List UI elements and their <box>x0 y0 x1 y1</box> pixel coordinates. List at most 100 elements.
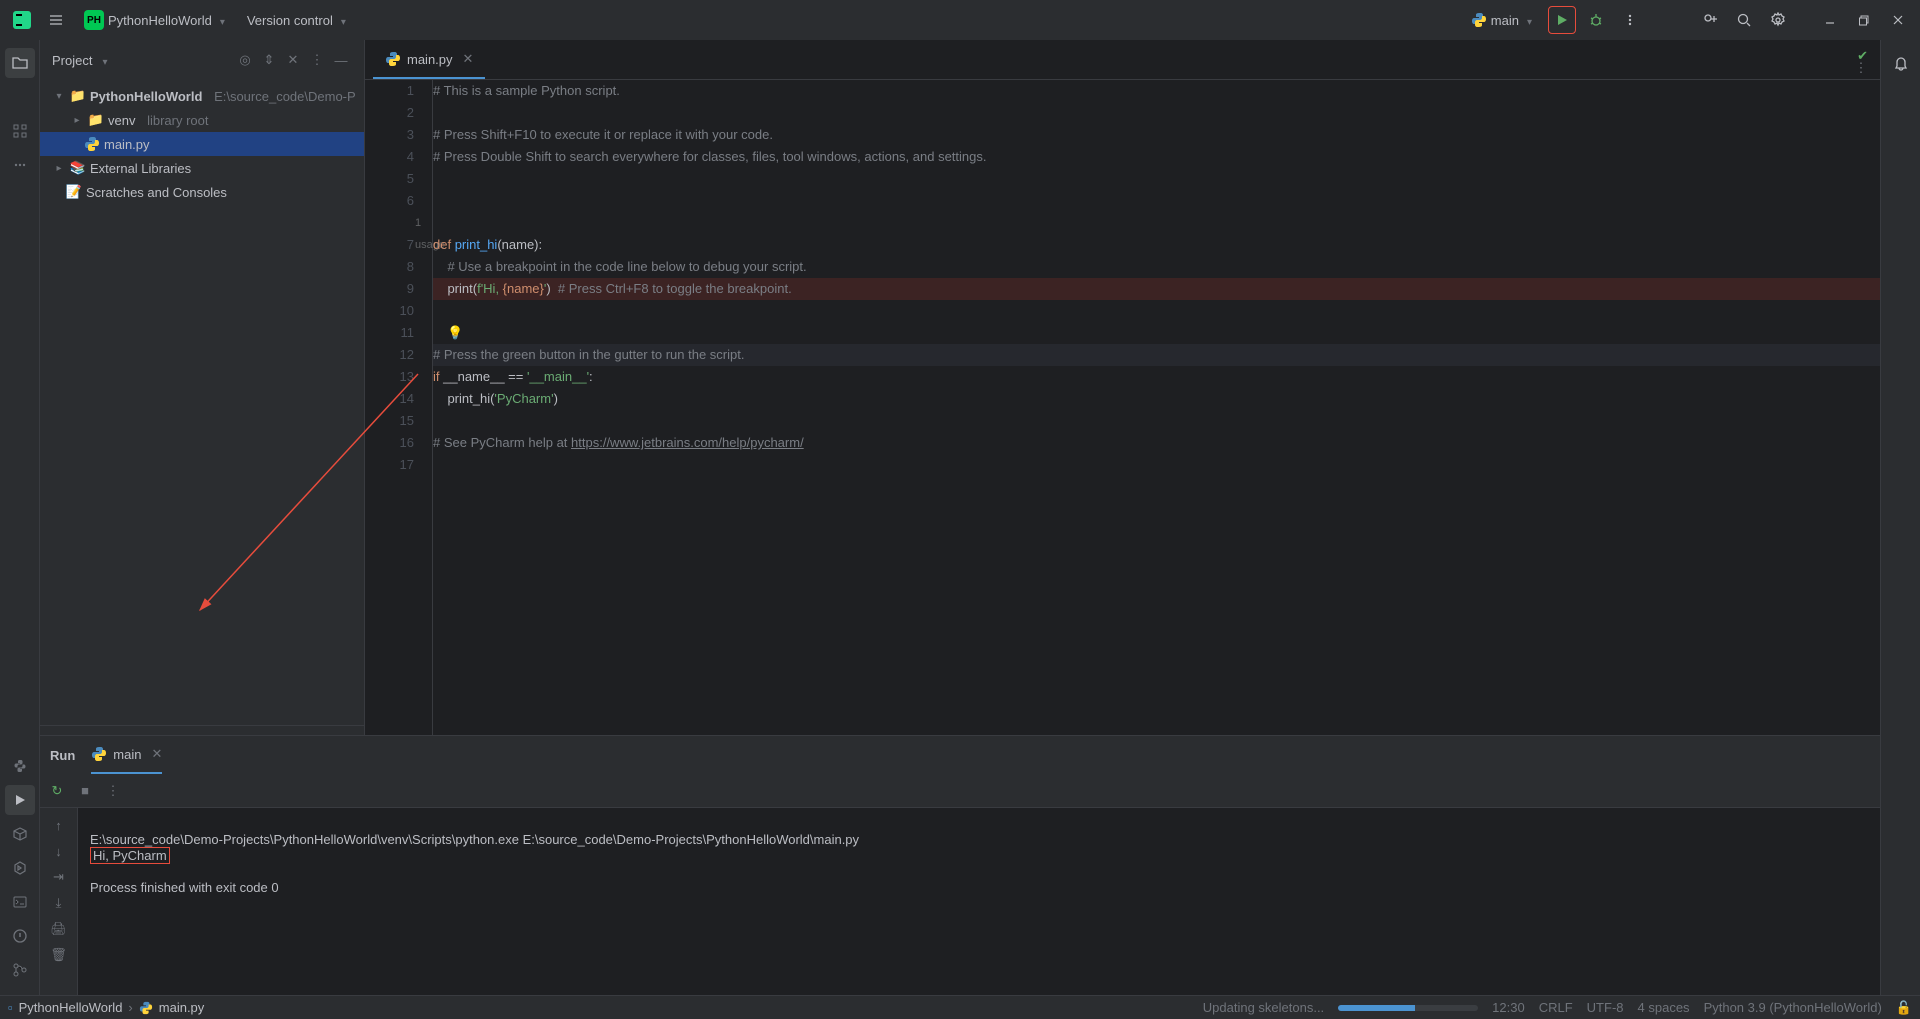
window-close-icon[interactable] <box>1884 6 1912 34</box>
run-output[interactable]: E:\source_code\Demo-Projects\PythonHello… <box>78 808 1880 995</box>
editor-gutter[interactable]: 123456 1 usage 78 9 101112 13 14151617 <box>365 80 433 735</box>
clear-icon[interactable]: 🗑 <box>48 944 70 966</box>
select-opened-icon[interactable]: ◎ <box>234 49 256 71</box>
git-tool-icon[interactable] <box>5 955 35 985</box>
library-icon: 📚 <box>70 160 86 176</box>
run-tool-window: Run main ✕ ↻ ■ ⋮ ↑ <box>40 736 1880 995</box>
problems-tool-icon[interactable] <box>5 921 35 951</box>
intention-bulb-icon[interactable]: 💡 <box>447 325 463 340</box>
debug-button[interactable] <box>1582 6 1610 34</box>
tree-scratches-label: Scratches and Consoles <box>86 185 227 200</box>
tree-main-file[interactable]: main.py <box>40 132 364 156</box>
collapse-panel-icon[interactable]: — <box>330 49 352 71</box>
tree-root[interactable]: ▾ 📁 PythonHelloWorld E:\source_code\Demo… <box>40 84 364 108</box>
tree-root-path: E:\source_code\Demo-P <box>214 89 356 104</box>
settings-icon[interactable] <box>1764 6 1792 34</box>
packages-tool-icon[interactable] <box>5 819 35 849</box>
tree-scratches[interactable]: 📝 Scratches and Consoles <box>40 180 364 204</box>
search-icon[interactable] <box>1730 6 1758 34</box>
project-selector[interactable]: PH PythonHelloWorld <box>76 6 233 34</box>
indent-setting[interactable]: 4 spaces <box>1638 1000 1690 1015</box>
notifications-icon[interactable] <box>1886 48 1916 78</box>
chevron-down-icon <box>1523 13 1532 28</box>
tree-ext-libs[interactable]: ▸ 📚 External Libraries <box>40 156 364 180</box>
run-title: Run <box>50 736 75 774</box>
editor: main.py ✕ ⋮ ✔ 123456 1 usage 78 <box>365 40 1880 735</box>
expand-all-icon[interactable]: ⇕ <box>258 49 280 71</box>
inspection-ok-icon[interactable]: ✔ <box>1857 48 1868 64</box>
editor-tab-main[interactable]: main.py ✕ <box>373 41 485 79</box>
status-bar: ▫ PythonHelloWorld › main.py Updating sk… <box>0 995 1920 1019</box>
window-restore-icon[interactable] <box>1850 6 1878 34</box>
window-minimize-icon[interactable] <box>1816 6 1844 34</box>
services-tool-icon[interactable] <box>5 853 35 883</box>
editor-tab-label: main.py <box>407 52 453 67</box>
tree-root-label: PythonHelloWorld <box>90 89 202 104</box>
nav-breadcrumbs[interactable]: ▫ PythonHelloWorld › main.py <box>8 1000 204 1015</box>
chevron-down-icon <box>216 13 225 28</box>
caret-position[interactable]: 12:30 <box>1492 1000 1525 1015</box>
line-separator[interactable]: CRLF <box>1539 1000 1573 1015</box>
right-tool-rail <box>1880 40 1920 995</box>
bg-task-progress[interactable] <box>1338 1005 1478 1011</box>
vcs-menu[interactable]: Version control <box>239 9 354 32</box>
scroll-end-icon[interactable]: ⤓ <box>48 892 70 914</box>
run-toolbar: ↻ ■ ⋮ <box>40 774 1880 808</box>
usage-hint[interactable]: 1 usage <box>365 212 415 234</box>
run-button[interactable] <box>1548 6 1576 34</box>
chevron-down-icon[interactable] <box>98 53 107 68</box>
python-console-tool-icon[interactable] <box>5 751 35 781</box>
vcs-label: Version control <box>247 13 333 28</box>
run-toolbar-more-icon[interactable]: ⋮ <box>102 780 124 802</box>
hide-panel-icon[interactable]: ✕ <box>282 49 304 71</box>
rerun-icon[interactable]: ↻ <box>46 780 68 802</box>
run-process-tab-label: main <box>113 747 141 762</box>
readonly-lock-icon[interactable]: 🔓 <box>1896 1000 1912 1016</box>
folder-icon: 📁 <box>88 112 104 128</box>
bg-task-label[interactable]: Updating skeletons... <box>1203 1000 1324 1015</box>
terminal-tool-icon[interactable] <box>5 887 35 917</box>
code-with-me-icon[interactable] <box>1696 6 1724 34</box>
chevron-down-icon <box>337 13 346 28</box>
run-side-toolbar: ↑ ↓ ⇥ ⤓ 🖨 🗑 <box>40 808 78 995</box>
structure-tool-icon[interactable] <box>5 116 35 146</box>
run-config-selector[interactable]: main <box>1461 9 1542 31</box>
hamburger-icon[interactable] <box>42 6 70 34</box>
more-tool-icon[interactable] <box>5 150 35 180</box>
project-panel-title: Project <box>52 53 92 68</box>
stop-icon[interactable]: ■ <box>74 780 96 802</box>
run-tool-icon[interactable] <box>5 785 35 815</box>
tree-venv-label: venv <box>108 113 135 128</box>
crumb-file[interactable]: main.py <box>159 1000 205 1015</box>
project-panel: Project ◎ ⇕ ✕ ⋮ — ▾ 📁 <box>40 40 365 735</box>
output-exit-line: Process finished with exit code 0 <box>90 880 279 895</box>
file-encoding[interactable]: UTF-8 <box>1587 1000 1624 1015</box>
down-icon[interactable]: ↓ <box>48 840 70 862</box>
tree-ext-libs-label: External Libraries <box>90 161 191 176</box>
editor-tabs: main.py ✕ ⋮ <box>365 40 1880 80</box>
left-tool-rail <box>0 40 40 995</box>
tree-venv[interactable]: ▸ 📁 venv library root <box>40 108 364 132</box>
panel-options-icon[interactable]: ⋮ <box>306 49 328 71</box>
project-name-label: PythonHelloWorld <box>108 13 212 28</box>
soft-wrap-icon[interactable]: ⇥ <box>48 866 70 888</box>
run-process-tab[interactable]: main ✕ <box>91 736 162 774</box>
folder-icon: 📁 <box>70 88 86 104</box>
print-icon[interactable]: 🖨 <box>48 918 70 940</box>
editor-content[interactable]: # This is a sample Python script. # Pres… <box>433 80 1880 735</box>
close-tab-icon[interactable]: ✕ <box>463 51 474 67</box>
python-file-icon <box>139 1001 153 1015</box>
crumb-project[interactable]: PythonHelloWorld <box>19 1000 123 1015</box>
run-tool-tabs: Run main ✕ <box>40 736 1880 774</box>
interpreter-label[interactable]: Python 3.9 (PythonHelloWorld) <box>1704 1000 1882 1015</box>
up-icon[interactable]: ↑ <box>48 814 70 836</box>
project-tool-icon[interactable] <box>5 48 35 78</box>
project-tree[interactable]: ▾ 📁 PythonHelloWorld E:\source_code\Demo… <box>40 80 364 725</box>
title-bar: PH PythonHelloWorld Version control main <box>0 0 1920 40</box>
close-run-tab-icon[interactable]: ✕ <box>151 746 162 762</box>
python-icon <box>1471 12 1487 28</box>
run-config-label: main <box>1491 13 1519 28</box>
app-icon <box>8 6 36 34</box>
more-actions-icon[interactable] <box>1616 6 1644 34</box>
tree-file-label: main.py <box>104 137 150 152</box>
